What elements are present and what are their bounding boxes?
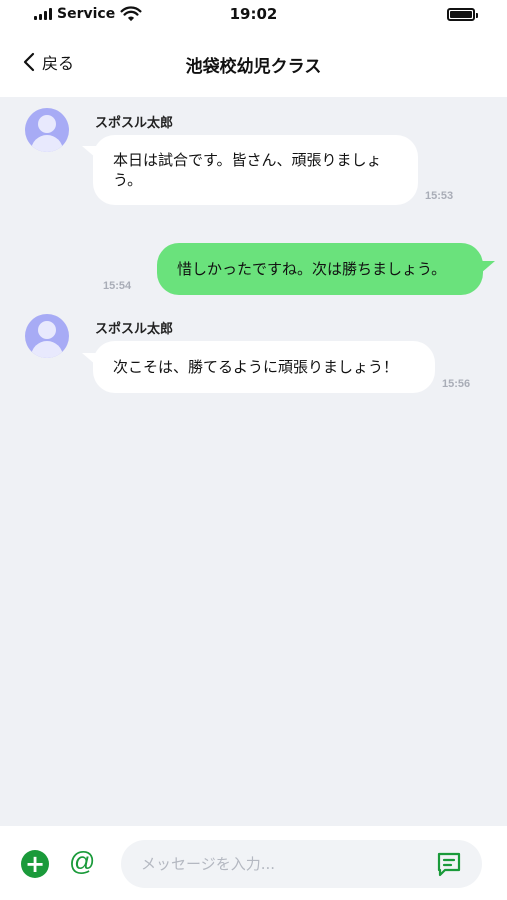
avatar[interactable] — [25, 314, 69, 358]
chat-area[interactable]: スポスル太郎 本日は試合です。皆さん、頑張りましょ う。 15:53 15:54… — [0, 97, 507, 826]
status-time: 19:02 — [229, 5, 278, 23]
message-composer: + @ — [0, 826, 507, 900]
message-time: 15:53 — [425, 190, 454, 202]
message-time: 15:56 — [442, 378, 471, 390]
battery-icon — [447, 8, 478, 21]
message-input-container — [121, 840, 482, 888]
message-time: 15:54 — [103, 280, 132, 292]
message-bubble[interactable]: 次こそは、勝てるように頑張りましょう！ — [93, 341, 435, 393]
nav-header: 戻る 池袋校幼児クラス — [0, 30, 507, 97]
message-text-line: 本日は試合です。皆さん、頑張りましょ — [113, 151, 382, 169]
plus-circle-icon: + — [24, 850, 46, 878]
chat-bubble-icon[interactable] — [436, 851, 462, 877]
message-text-line: う。 — [113, 171, 143, 189]
at-icon: @ — [69, 846, 96, 876]
message-text: 本日は試合です。皆さん、頑張りましょ う。 — [113, 150, 382, 190]
sender-name: スポスル太郎 — [95, 322, 174, 337]
message-bubble[interactable]: 惜しかったですね。次は勝ちましょう。 — [157, 243, 483, 295]
message-text: 次こそは、勝てるように頑張りましょう！ — [113, 358, 399, 376]
add-button[interactable]: + — [21, 850, 49, 878]
status-bar: Service 19:02 — [0, 0, 507, 30]
page-title: 池袋校幼児クラス — [185, 57, 322, 77]
message-text: 惜しかったですね。次は勝ちましょう。 — [177, 260, 447, 278]
mention-button[interactable]: @ — [69, 846, 95, 877]
bubble-tail — [481, 261, 495, 273]
sender-name: スポスル太郎 — [95, 116, 174, 131]
message-input[interactable] — [141, 840, 421, 888]
avatar[interactable] — [25, 108, 69, 152]
message-bubble[interactable]: 本日は試合です。皆さん、頑張りましょ う。 — [93, 135, 418, 205]
